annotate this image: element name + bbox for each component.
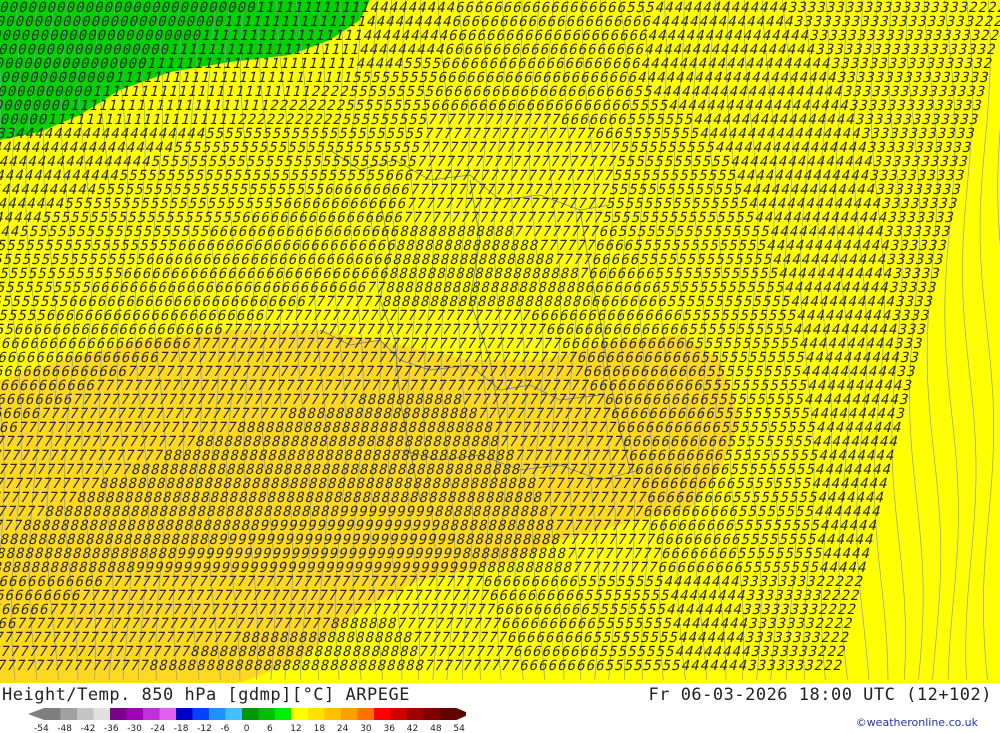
temperature-map: 0000000000000000000000000001111111111114… [0, 0, 1000, 683]
map-area[interactable]: 0000000000000000000000000001111111111114… [0, 0, 1000, 683]
temperature-labels: 0000000000000000000000000001111111111114… [0, 0, 1000, 674]
